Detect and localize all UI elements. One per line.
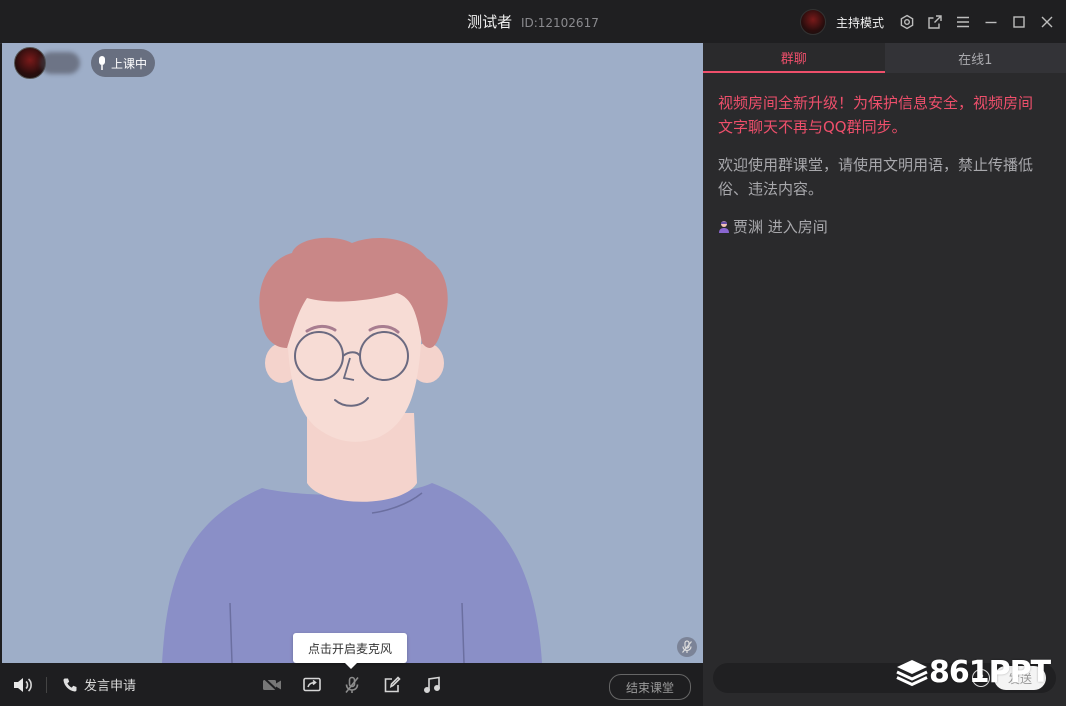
close-icon[interactable] bbox=[1038, 13, 1056, 31]
title-text: 测试者 bbox=[467, 13, 513, 31]
external-link-icon[interactable] bbox=[926, 13, 944, 31]
speak-request-button[interactable]: 发言申请 bbox=[62, 663, 136, 706]
welcome-message: 欢迎使用群课堂，请使用文明用语，禁止传播低俗、违法内容。 bbox=[718, 156, 1034, 198]
whiteboard-icon[interactable] bbox=[383, 663, 401, 706]
speaker-icon[interactable] bbox=[12, 663, 34, 706]
phone-icon bbox=[63, 678, 77, 692]
chat-panel: 群聊 在线1 视频房间全新升级！为保护信息安全，视频房间文字聊天不再与QQ群同步… bbox=[703, 43, 1066, 706]
music-icon[interactable] bbox=[422, 663, 442, 706]
host-avatar[interactable] bbox=[799, 9, 826, 35]
layers-icon bbox=[896, 659, 928, 686]
user-id: ID:12102617 bbox=[520, 16, 599, 30]
screen-share-icon[interactable] bbox=[302, 663, 322, 706]
status-badge-label: 上课中 bbox=[111, 56, 148, 71]
join-event: 贾渊 进入房间 bbox=[718, 215, 1044, 239]
system-notice: 视频房间全新升级！为保护信息安全，视频房间文字聊天不再与QQ群同步。 bbox=[718, 94, 1034, 136]
mic-muted-indicator-icon bbox=[677, 637, 697, 657]
menu-icon[interactable] bbox=[954, 13, 972, 31]
bottom-toolbar: 发言申请 结束课堂 bbox=[0, 663, 703, 706]
mic-icon bbox=[99, 56, 105, 70]
status-badge: 上课中 bbox=[91, 49, 156, 77]
end-class-button[interactable]: 结束课堂 bbox=[609, 674, 691, 700]
title-bar: 测试者 ID:12102617 主持模式 bbox=[0, 0, 1066, 44]
watermark-text: 861PPT bbox=[929, 655, 1051, 690]
join-event-text: 贾渊 进入房间 bbox=[733, 218, 828, 236]
user-icon bbox=[719, 221, 729, 233]
chat-messages: 视频房间全新升级！为保护信息安全，视频房间文字聊天不再与QQ群同步。 欢迎使用群… bbox=[703, 73, 1066, 239]
settings-icon[interactable] bbox=[898, 13, 916, 31]
maximize-icon[interactable] bbox=[1010, 13, 1028, 31]
mic-off-icon[interactable] bbox=[343, 663, 361, 706]
watermark: 861PPT bbox=[895, 655, 1051, 690]
toolbar-divider bbox=[46, 677, 47, 693]
minimize-icon[interactable] bbox=[982, 13, 1000, 31]
video-stage[interactable]: 上课中 bbox=[2, 43, 703, 663]
tab-group-chat[interactable]: 群聊 bbox=[703, 43, 885, 73]
mic-tooltip: 点击开启麦克风 bbox=[293, 633, 407, 669]
panel-tabs: 群聊 在线1 bbox=[703, 43, 1066, 73]
presenter-name-blurred bbox=[40, 52, 80, 74]
speak-request-label: 发言申请 bbox=[84, 679, 137, 694]
presenter-illustration bbox=[162, 237, 542, 663]
host-mode-label[interactable]: 主持模式 bbox=[836, 14, 884, 31]
tab-online[interactable]: 在线1 bbox=[885, 43, 1066, 73]
camera-off-icon[interactable] bbox=[261, 663, 283, 706]
presenter-tag bbox=[14, 47, 80, 79]
